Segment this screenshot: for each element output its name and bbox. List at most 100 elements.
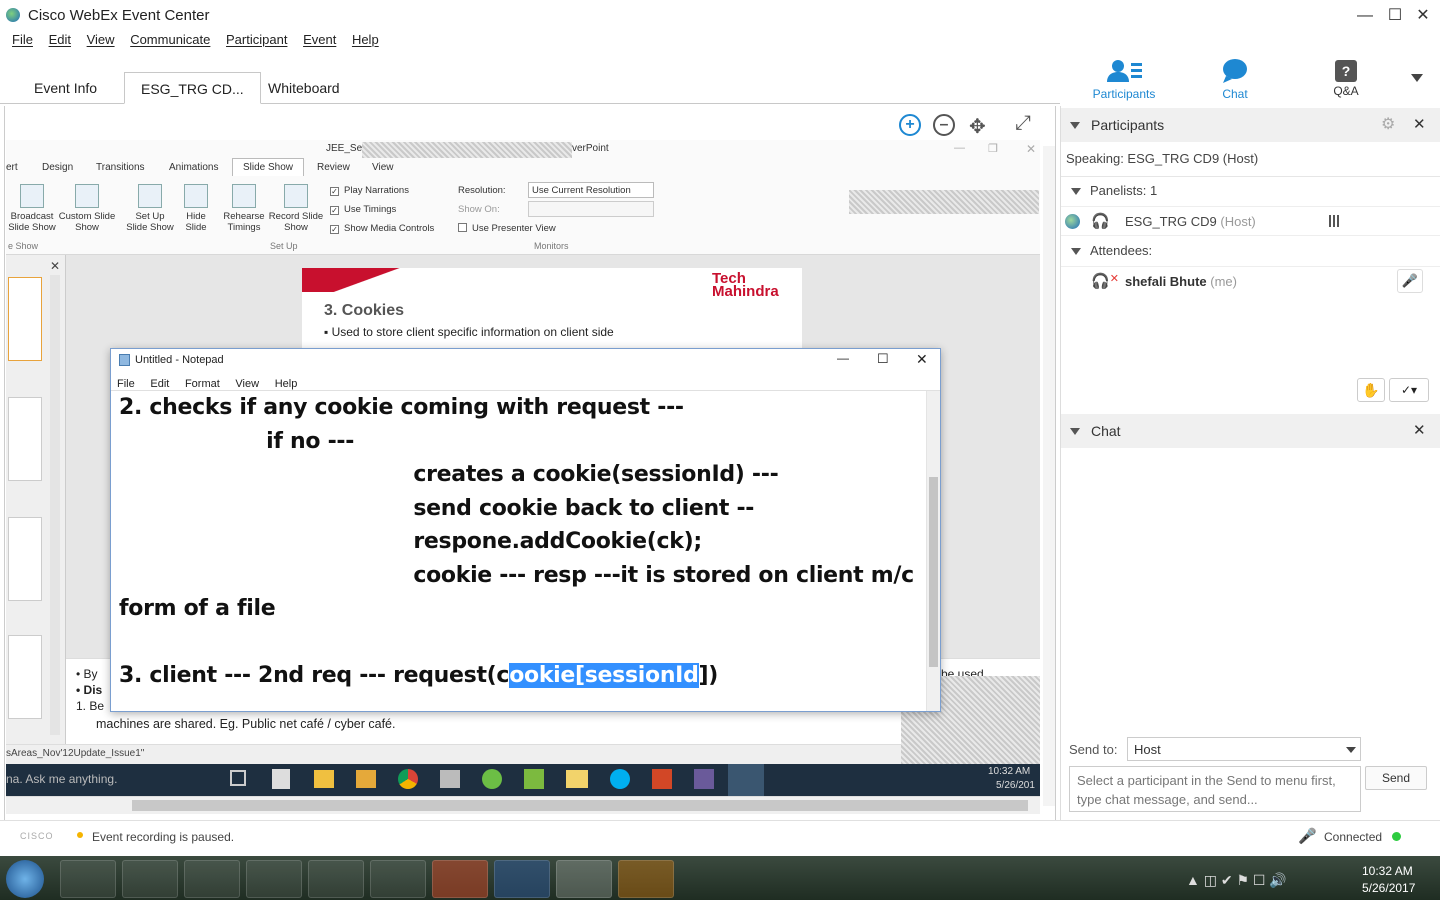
presenter-view-checkbox[interactable]: Use Presenter View — [458, 223, 556, 234]
raise-hand-icon[interactable]: ✋ — [1357, 378, 1385, 402]
notepad-close-button[interactable]: ✕ — [916, 351, 928, 368]
notepad-menu-help[interactable]: Help — [275, 378, 298, 390]
slide-thumb[interactable] — [8, 635, 42, 719]
close-button[interactable]: ✕ — [1408, 4, 1438, 28]
ie-task-icon[interactable] — [60, 860, 116, 898]
menu-communicate[interactable]: Communicate — [130, 32, 210, 47]
maximize-button[interactable]: ☐ — [1380, 4, 1410, 28]
setup-show-button[interactable]: Set Up Slide Show — [124, 184, 176, 233]
menu-file[interactable]: File — [12, 32, 33, 47]
notepad-scroll-thumb[interactable] — [929, 477, 938, 667]
slide-thumb[interactable] — [8, 517, 42, 601]
chrome-icon[interactable] — [398, 769, 418, 789]
task-view-icon[interactable] — [230, 770, 246, 786]
more-dropdown-icon[interactable] — [1411, 74, 1423, 82]
menu-edit[interactable]: Edit — [49, 32, 71, 47]
chat-collapse-icon[interactable] — [1070, 428, 1080, 435]
chat-toggle[interactable]: Chat — [1195, 58, 1275, 101]
app-icon[interactable] — [482, 769, 502, 789]
qa-toggle[interactable]: ? Q&A — [1306, 58, 1386, 98]
media-controls-checkbox[interactable]: ✓ Show Media Controls — [330, 223, 434, 234]
system-tray-icons[interactable]: ▲ ◫ ✔ ⚑ ☐ 🔊 — [1186, 872, 1287, 889]
ribbon-tab-animations[interactable]: Animations — [169, 162, 218, 173]
menu-participant[interactable]: Participant — [226, 32, 287, 47]
gear-icon[interactable]: ⚙ — [1381, 108, 1395, 142]
ribbon-tab-transitions[interactable]: Transitions — [96, 162, 145, 173]
ppt-restore-icon[interactable]: ❐ — [988, 142, 998, 155]
notepad-menu-edit[interactable]: Edit — [150, 378, 169, 390]
ribbon-tab-insert[interactable]: ert — [6, 162, 18, 173]
chat-message-input[interactable]: Select a participant in the Send to menu… — [1069, 766, 1361, 812]
notepad-text-area[interactable]: 2. checks if any cookie coming with requ… — [119, 391, 919, 711]
minimize-button[interactable]: — — [1350, 4, 1380, 28]
hide-slide-button[interactable]: Hide Slide — [178, 184, 214, 233]
folder-icon[interactable] — [566, 770, 588, 788]
ribbon-tab-review[interactable]: Review — [317, 162, 350, 173]
record-show-button[interactable]: Record Slide Show — [268, 184, 324, 233]
webex-task-icon[interactable] — [556, 860, 612, 898]
participants-toggle[interactable]: Participants — [1084, 58, 1164, 101]
explorer-icon[interactable] — [314, 770, 334, 788]
powerpoint-icon[interactable] — [652, 769, 672, 789]
panelist-row[interactable]: 🎧 ESG_TRG CD9 (Host) — [1061, 206, 1440, 236]
word-task-icon[interactable] — [494, 860, 550, 898]
pan-icon[interactable]: ✥ — [969, 114, 986, 139]
outlook-icon[interactable] — [356, 770, 376, 788]
thumbs-close-icon[interactable]: ✕ — [50, 259, 60, 273]
app-task-icon[interactable] — [308, 860, 364, 898]
play-narrations-checkbox[interactable]: ✓ Play Narrations — [330, 185, 409, 196]
chat-panel-header[interactable]: Chat ✕ — [1061, 414, 1440, 448]
ribbon-tab-view[interactable]: View — [372, 162, 394, 173]
app-icon[interactable] — [694, 769, 714, 789]
ribbon-tab-slideshow[interactable]: Slide Show — [232, 158, 305, 176]
powerpoint-task-icon[interactable] — [432, 860, 488, 898]
mic-muted-icon[interactable]: 🎤 — [1298, 827, 1317, 845]
tab-event-info[interactable]: Event Info — [18, 72, 113, 104]
zoom-out-icon[interactable]: – — [933, 114, 955, 136]
participants-close-icon[interactable]: ✕ — [1413, 108, 1426, 142]
resolution-select[interactable]: Use Current Resolution — [528, 182, 654, 198]
fullscreen-icon[interactable]: ⤢ — [1015, 112, 1031, 135]
notepad-menu-format[interactable]: Format — [185, 378, 220, 390]
store-icon[interactable] — [272, 769, 290, 789]
menu-view[interactable]: View — [87, 32, 115, 47]
menu-help[interactable]: Help — [352, 32, 379, 47]
skype-icon[interactable] — [610, 769, 630, 789]
notepad-menu-file[interactable]: File — [117, 378, 135, 390]
notepad-task-icon[interactable] — [728, 764, 764, 796]
chat-close-icon[interactable]: ✕ — [1413, 414, 1426, 448]
attendees-collapse-icon[interactable] — [1071, 248, 1081, 255]
send-button[interactable]: Send — [1365, 766, 1427, 790]
app-icon[interactable] — [524, 769, 544, 789]
start-button[interactable] — [6, 860, 44, 898]
ppt-minimize-icon[interactable]: — — [954, 142, 965, 154]
cortana-search[interactable]: na. Ask me anything. — [6, 772, 117, 786]
tab-whiteboard[interactable]: Whiteboard — [252, 72, 356, 104]
hscroll-thumb[interactable] — [132, 800, 1028, 811]
ribbon-tab-design[interactable]: Design — [42, 162, 73, 173]
notepad-menu-view[interactable]: View — [235, 378, 259, 390]
broadcast-button[interactable]: Broadcast Slide Show — [6, 184, 58, 233]
stage-vscroll[interactable] — [1043, 146, 1055, 806]
slide-thumb[interactable] — [8, 277, 42, 361]
rehearse-button[interactable]: Rehearse Timings — [220, 184, 268, 233]
thumbs-scrollbar[interactable] — [50, 275, 60, 735]
app-task-icon[interactable] — [184, 860, 240, 898]
chrome-task-icon[interactable] — [122, 860, 178, 898]
participants-panel-header[interactable]: Participants ⚙ ✕ — [1061, 108, 1440, 142]
show-on-select[interactable] — [528, 201, 654, 217]
feedback-icon[interactable]: ✓▾ — [1389, 378, 1429, 402]
app-icon[interactable] — [440, 770, 460, 788]
notepad-minimize-button[interactable]: — — [837, 351, 849, 365]
ppt-close-icon[interactable]: ✕ — [1026, 142, 1036, 156]
notepad-maximize-button[interactable]: ☐ — [877, 351, 889, 367]
java-task-icon[interactable] — [246, 860, 302, 898]
mic-icon[interactable]: 🎤 — [1397, 269, 1423, 293]
send-to-select[interactable]: Host — [1127, 737, 1361, 761]
notepad-scrollbar[interactable] — [926, 391, 940, 711]
panelists-collapse-icon[interactable] — [1071, 188, 1081, 195]
tab-esg-trg[interactable]: ESG_TRG CD... — [124, 72, 261, 104]
zoom-in-icon[interactable]: + — [899, 114, 921, 136]
menu-event[interactable]: Event — [303, 32, 336, 47]
vlc-task-icon[interactable] — [618, 860, 674, 898]
